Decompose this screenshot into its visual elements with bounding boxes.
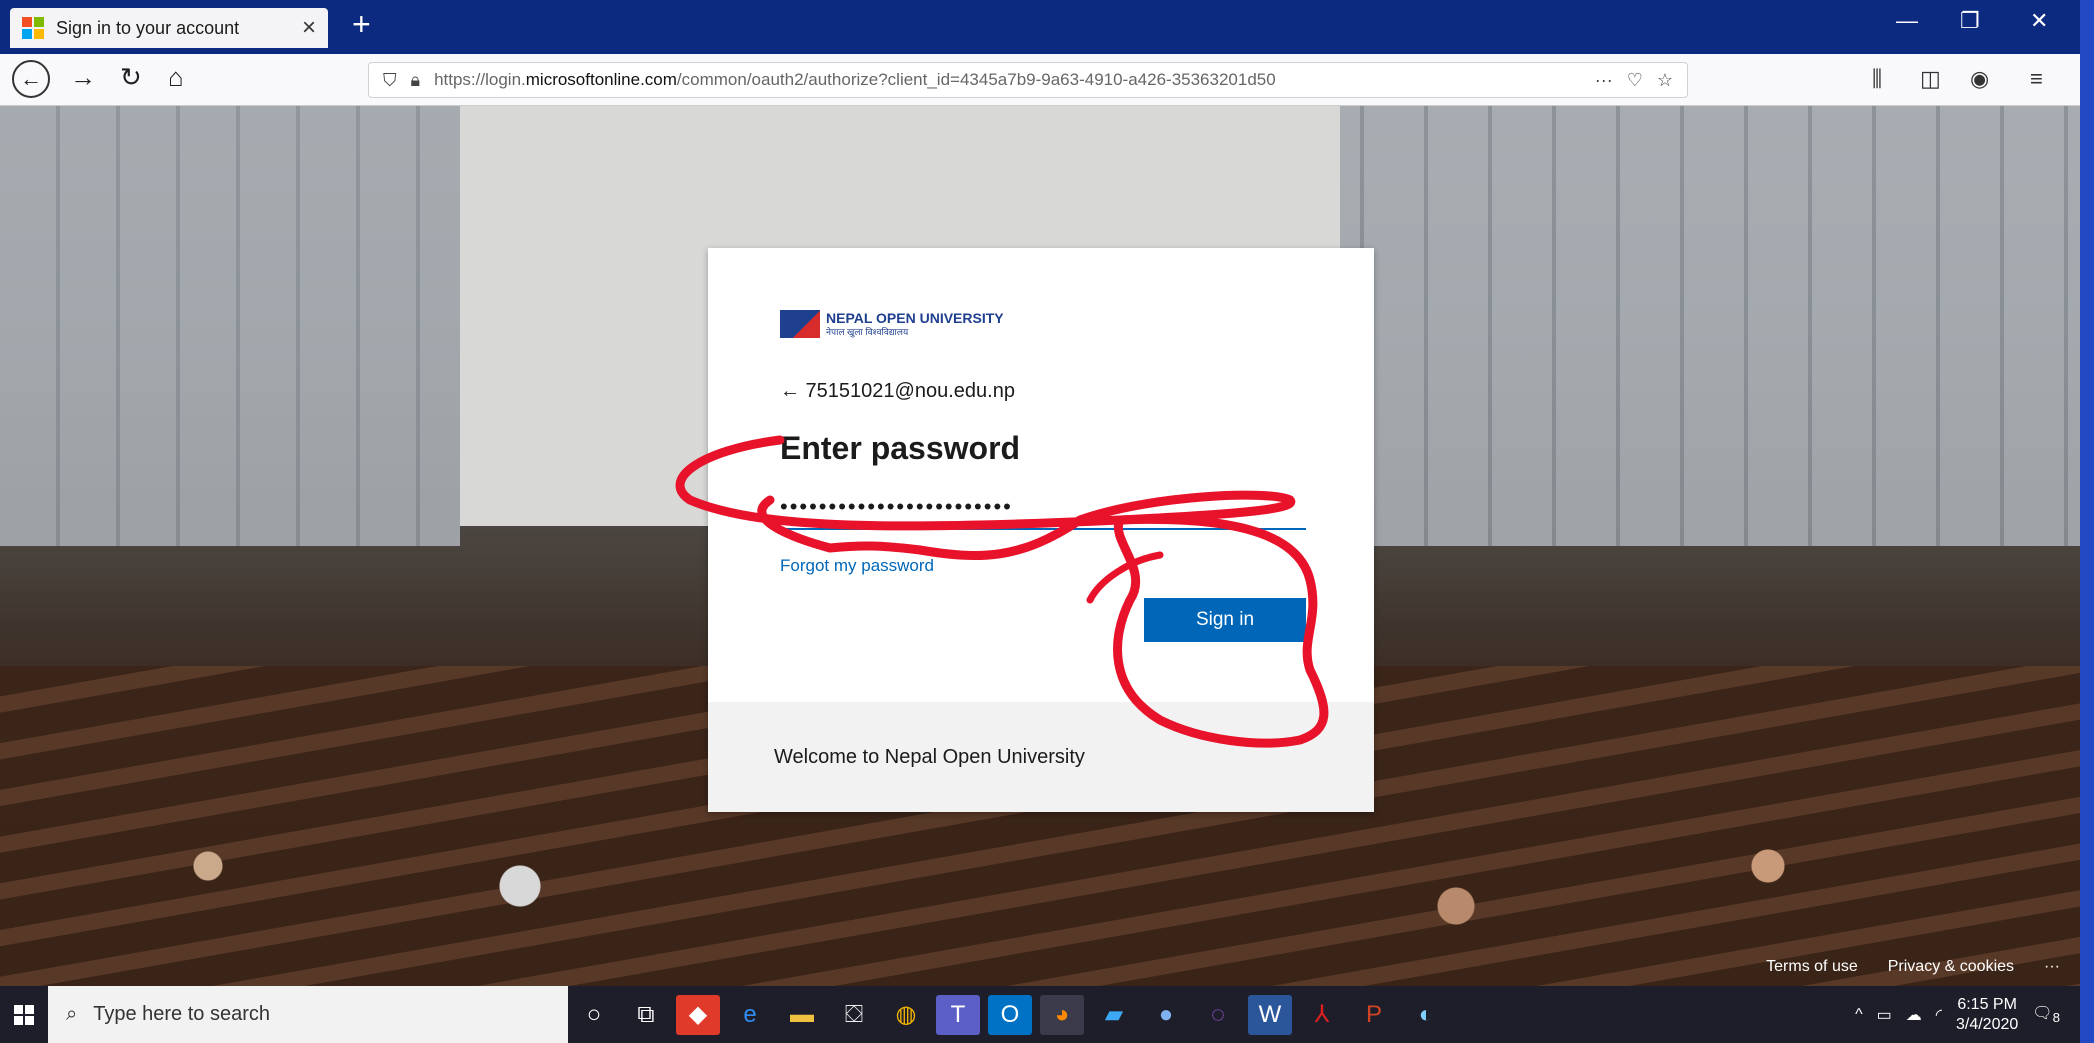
tray-overflow-icon[interactable]: ^ — [1855, 1006, 1863, 1024]
tab-close-icon[interactable]: × — [302, 14, 316, 42]
wall-panels-right — [1300, 106, 2080, 546]
footer-more-icon[interactable]: ··· — [2044, 958, 2060, 976]
bookmark-star-icon[interactable]: ☆ — [1657, 70, 1673, 91]
battery-icon[interactable]: ▭ — [1877, 1005, 1892, 1025]
page-footer: Terms of use Privacy & cookies ··· — [1766, 958, 2060, 976]
identity-back-button[interactable]: ← 75151021@nou.edu.np — [780, 380, 1015, 403]
acrobat-icon[interactable]: ⅄ — [1300, 995, 1344, 1035]
sign-in-button[interactable]: Sign in — [1144, 598, 1306, 642]
firefox-icon[interactable]: ◕ — [1040, 994, 1084, 1035]
search-placeholder: Type here to search — [93, 1003, 270, 1025]
microsoft-logo-icon — [22, 17, 44, 39]
wifi-icon[interactable]: ◜ — [1936, 1005, 1942, 1025]
welcome-text: Welcome to Nepal Open University — [774, 745, 1085, 768]
home-icon[interactable]: ⌂ — [168, 62, 184, 93]
powerpoint-icon[interactable]: P — [1352, 995, 1396, 1035]
notepad-icon[interactable]: ▰ — [1092, 995, 1136, 1035]
lock-icon[interactable]: 🔒︎ — [411, 70, 421, 91]
browser-tab-bar: Sign in to your account × + — ❐ ✕ — [0, 0, 2080, 54]
clock-date: 3/4/2020 — [1955, 1015, 2019, 1033]
task-view-icon[interactable]: ⧉ — [624, 995, 668, 1035]
taskbar-search[interactable]: ⌕ Type here to search — [48, 986, 568, 1043]
org-logo: NEPAL OPEN UNIVERSITY नेपाल खुला विश्ववि… — [780, 310, 1004, 338]
minimize-icon[interactable]: — — [1896, 8, 1918, 34]
notification-center-icon[interactable]: 🗨︎8 — [2032, 1003, 2060, 1025]
reload-icon[interactable]: ↻ — [120, 62, 142, 93]
university-emblem-icon — [780, 310, 820, 338]
org-name-nepali: नेपाल खुला विश्वविद्यालय — [826, 326, 909, 337]
terms-link[interactable]: Terms of use — [1766, 958, 1858, 976]
browser-nav-bar: ← → ↻ ⌂ ⛉ 🔒︎ https://login.microsoftonli… — [0, 54, 2080, 106]
windows-logo-icon — [14, 1004, 34, 1025]
forgot-password-link[interactable]: Forgot my password — [780, 556, 934, 576]
page-actions-icon[interactable]: ··· — [1595, 70, 1613, 91]
search-icon: ⌕ — [66, 1003, 78, 1025]
browser-tab[interactable]: Sign in to your account × — [10, 8, 328, 48]
sign-in-card: NEPAL OPEN UNIVERSITY नेपाल खुला विश्ववि… — [708, 248, 1374, 812]
store-icon[interactable]: ⛋ — [832, 995, 876, 1035]
wall-panels-left — [0, 106, 460, 546]
system-tray: ^ ▭ ☁ ◜ 6:15 PM 3/4/2020 🗨︎8 — [1855, 986, 2060, 1043]
library-icon[interactable]: ⫼ — [1872, 66, 1882, 92]
cortana-icon[interactable]: ○ — [572, 995, 616, 1035]
sidebar-icon[interactable]: ◫ — [1920, 66, 1941, 92]
sign-in-form: NEPAL OPEN UNIVERSITY नेपाल खुला विश्ववि… — [708, 248, 1374, 702]
teams-icon[interactable]: T — [936, 994, 980, 1035]
audience — [0, 786, 2080, 986]
onedrive-icon[interactable]: ☁ — [1906, 1005, 1922, 1025]
anydesk-icon[interactable]: ◆ — [676, 994, 720, 1035]
org-name: NEPAL OPEN UNIVERSITY — [826, 309, 1004, 326]
restore-icon[interactable]: ❐ — [1960, 8, 1980, 34]
outlook-icon[interactable]: O — [988, 994, 1032, 1035]
menu-icon[interactable]: ≡ — [2030, 66, 2043, 92]
start-button[interactable] — [0, 986, 48, 1043]
url-text: https://login.microsoftonline.com/common… — [434, 70, 1276, 89]
pocket-icon[interactable]: ♡ — [1627, 70, 1643, 91]
new-tab-button[interactable]: + — [352, 6, 371, 43]
edge-icon[interactable]: e — [728, 995, 772, 1035]
frame-border — [2080, 0, 2094, 1043]
forward-icon[interactable]: → — [70, 62, 96, 93]
clock-time: 6:15 PM — [1957, 995, 2017, 1013]
windows-taskbar: ⌕ Type here to search ○ ⧉ ◆ e ▬ ⛋ ◍ T O … — [0, 986, 2080, 1043]
viber-icon[interactable]: ◌ — [1196, 995, 1240, 1035]
file-explorer-icon[interactable]: ▬ — [780, 995, 824, 1035]
card-footer: Welcome to Nepal Open University — [708, 702, 1374, 812]
app-icon[interactable]: ◐ — [1404, 995, 1448, 1035]
password-input[interactable] — [780, 486, 1306, 530]
back-icon[interactable]: ← — [12, 60, 50, 98]
tab-title: Sign in to your account — [56, 17, 240, 38]
address-bar[interactable]: ⛉ 🔒︎ https://login.microsoftonline.com/c… — [368, 62, 1688, 98]
privacy-link[interactable]: Privacy & cookies — [1888, 958, 2014, 976]
word-icon[interactable]: W — [1248, 994, 1292, 1035]
shield-icon[interactable]: ⛉ — [383, 70, 397, 91]
account-icon[interactable]: ◉ — [1970, 66, 1989, 92]
chrome-icon[interactable]: ◍ — [884, 995, 928, 1035]
close-window-icon[interactable]: ✕ — [2030, 8, 2048, 34]
messenger-icon[interactable]: ● — [1144, 995, 1188, 1035]
page-title: Enter password — [780, 430, 1021, 466]
system-clock[interactable]: 6:15 PM 3/4/2020 — [1956, 995, 2018, 1035]
